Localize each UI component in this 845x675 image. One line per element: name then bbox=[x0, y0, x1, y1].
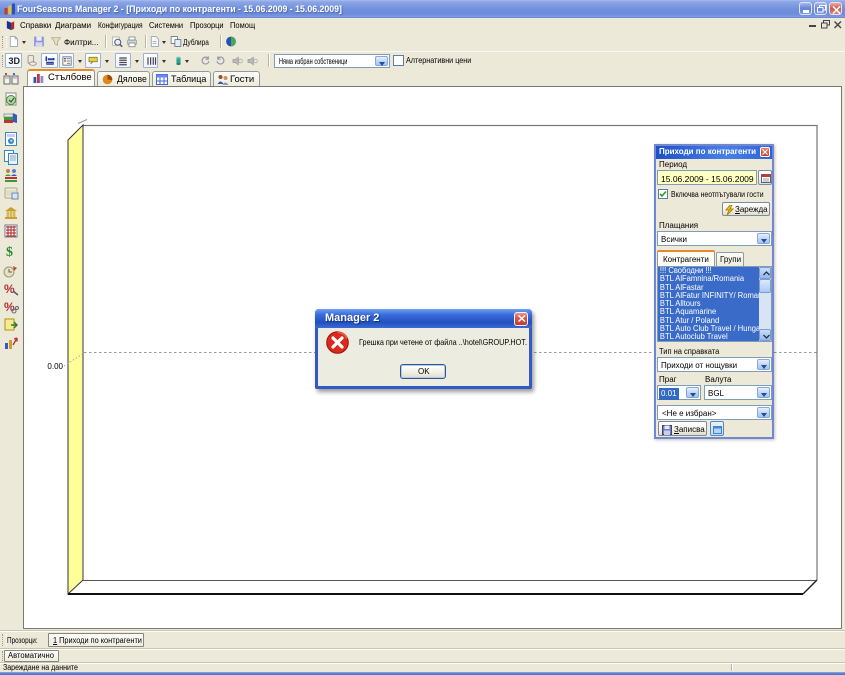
svg-text:0.00: 0.00 bbox=[47, 362, 63, 371]
